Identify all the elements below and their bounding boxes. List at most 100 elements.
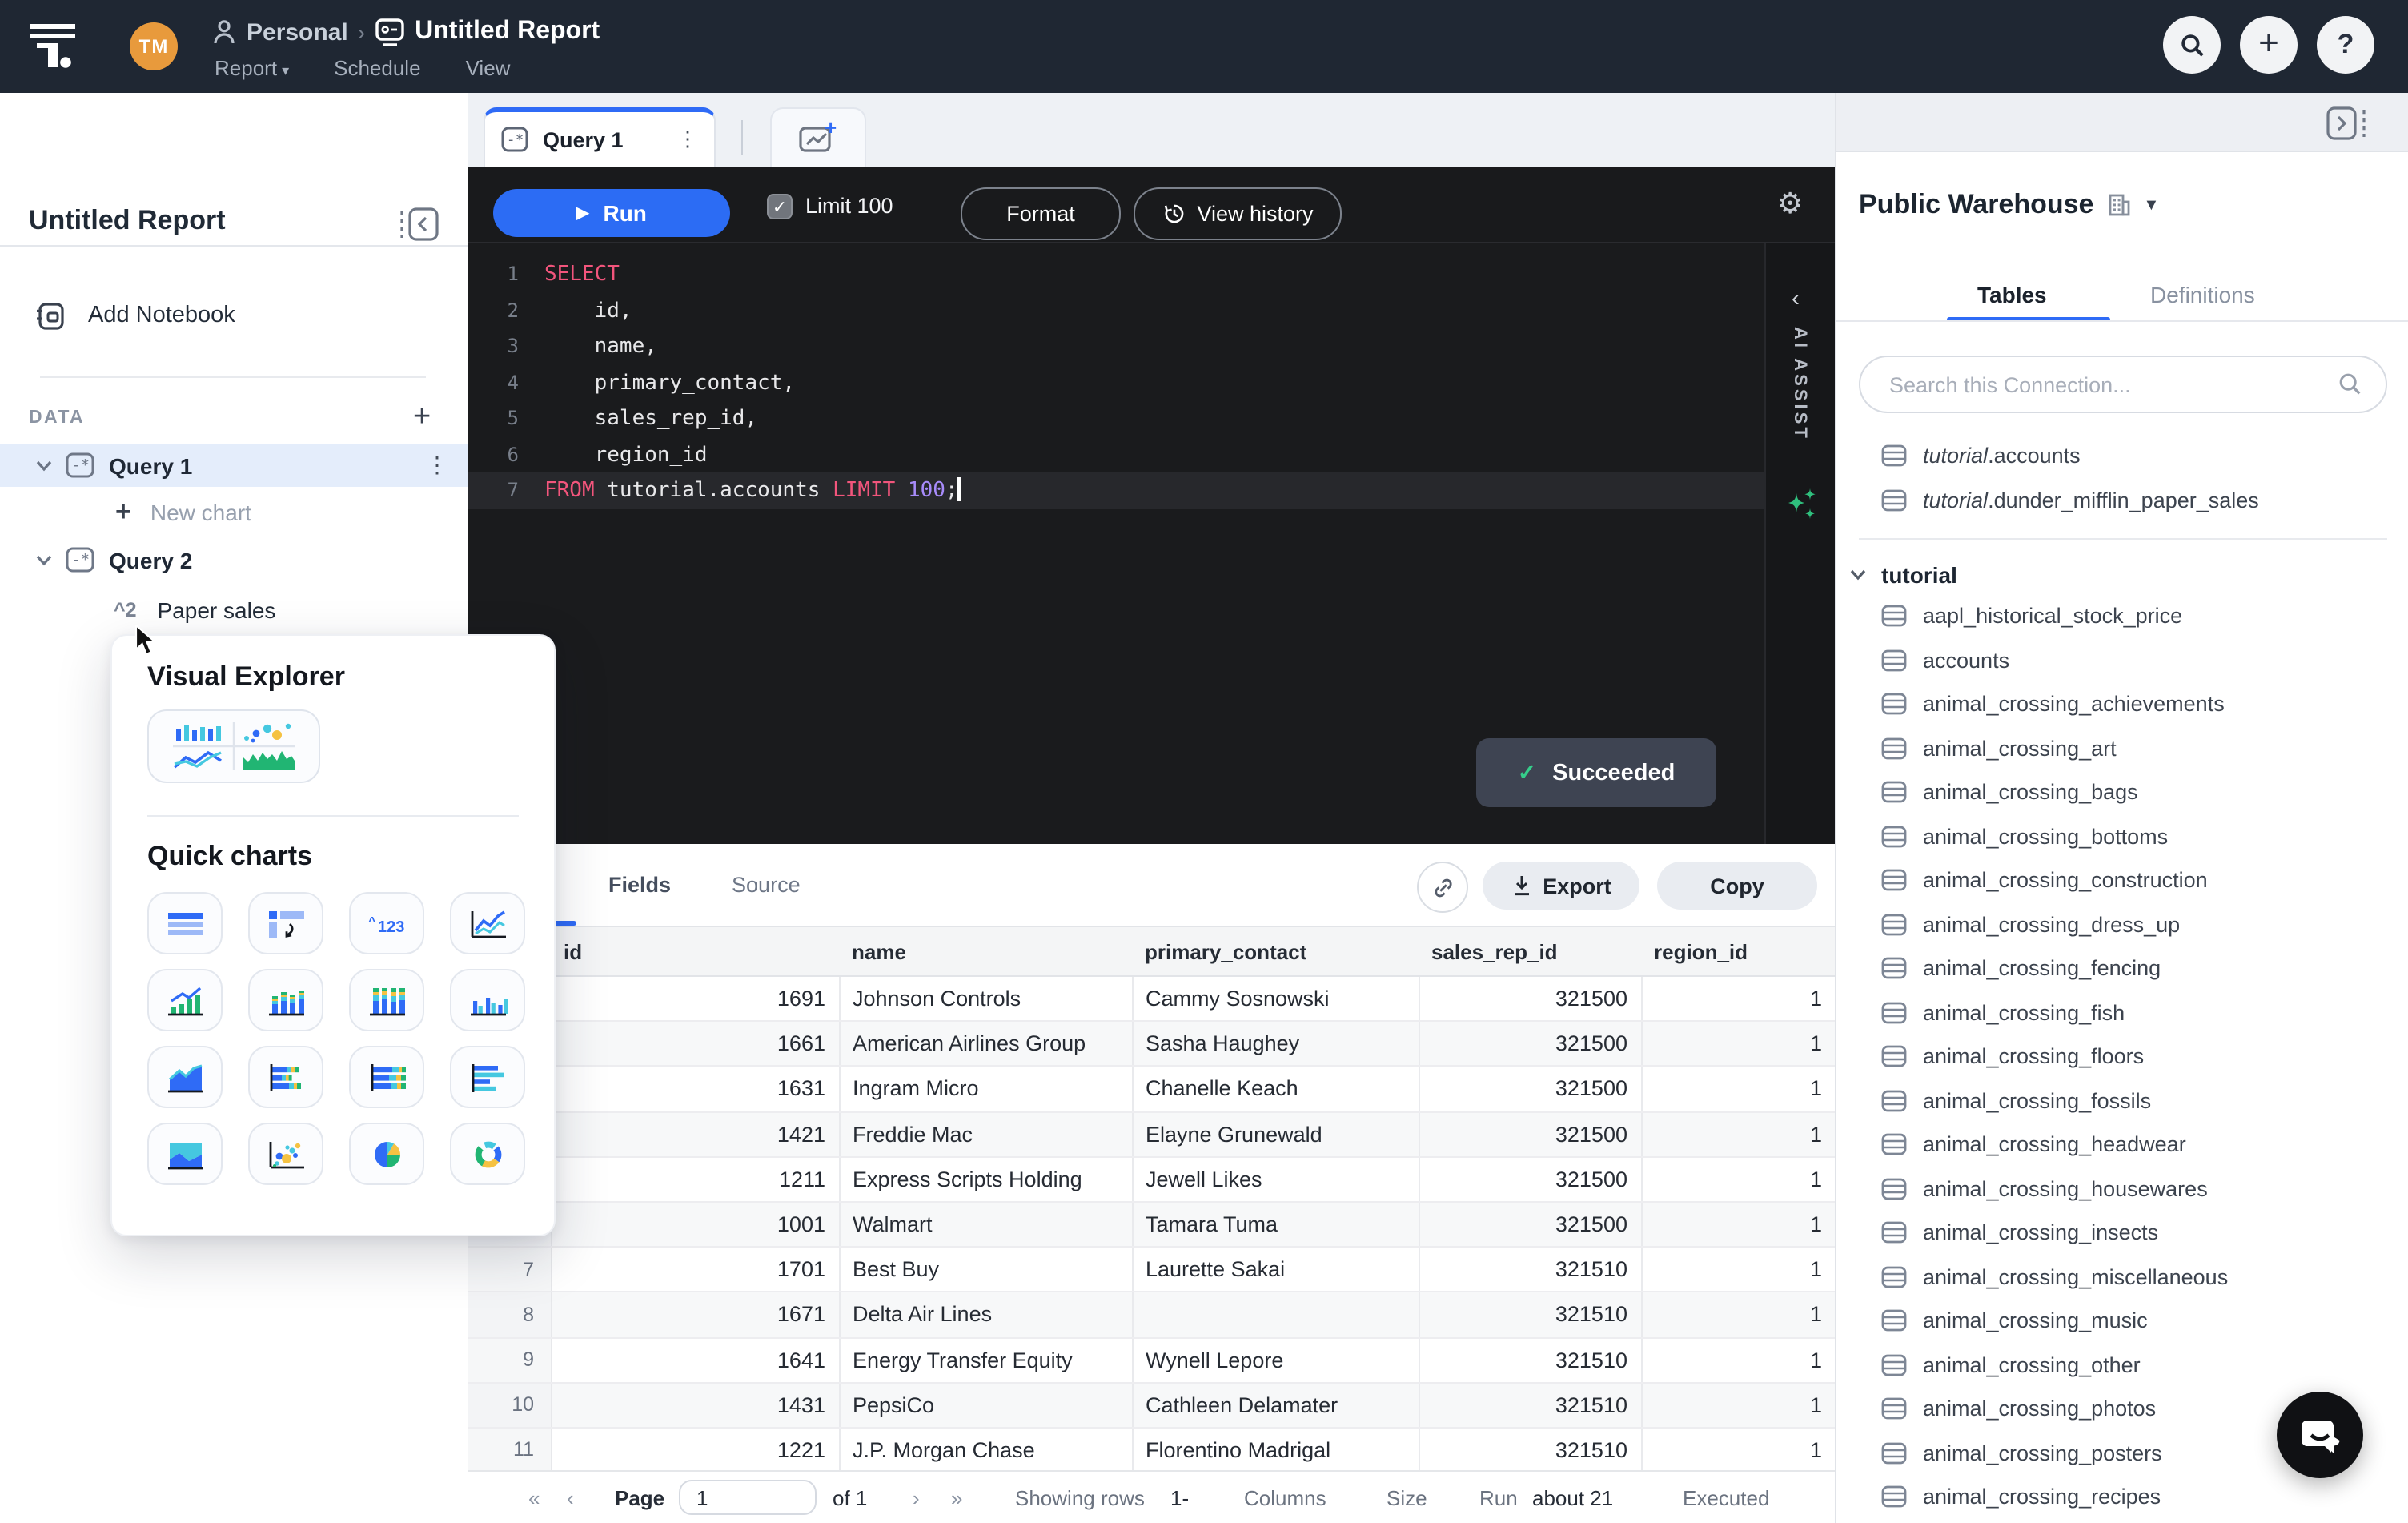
schema-table-animal_crossing_construction[interactable]: animal_crossing_construction [1836, 858, 2408, 902]
quick-chart-pivot-table-button[interactable] [248, 892, 323, 954]
schema-table-aapl_historical_stock_price[interactable]: aapl_historical_stock_price [1836, 594, 2408, 638]
export-button[interactable]: Export [1483, 862, 1639, 910]
code-line-7[interactable]: 7 FROM tutorial.accounts LIMIT 100; [468, 472, 1764, 508]
chevron-left-icon[interactable]: ‹ [1792, 285, 1800, 312]
run-button[interactable]: ▶ Run [493, 189, 730, 237]
menu-report[interactable]: Report ▾ [215, 55, 289, 79]
view-history-button[interactable]: View history [1134, 187, 1342, 240]
code-area[interactable]: 1 SELECT 2 id, 3 name, 4 primary_contact, 5 s… [468, 256, 1764, 508]
chevron-down-icon[interactable] [35, 553, 53, 566]
tab-tables[interactable]: Tables [1977, 282, 2047, 307]
schema-table-animal_crossing_insects[interactable]: animal_crossing_insects [1836, 1211, 2408, 1255]
column-header-region_id[interactable]: region_id [1641, 926, 1835, 977]
collapse-connection-panel-button[interactable] [2323, 104, 2371, 143]
connection-name[interactable]: Public Warehouse ▼ [1859, 189, 2159, 221]
column-header-primary_contact[interactable]: primary_contact [1132, 926, 1419, 977]
sidebar-item-paper-sales[interactable]: ^2 Paper sales [0, 588, 468, 631]
schema-table-animal_crossing_miscellaneous[interactable]: animal_crossing_miscellaneous [1836, 1255, 2408, 1299]
code-line-1[interactable]: 1 SELECT [468, 256, 1764, 292]
schema-table-animal_crossing_fossils[interactable]: animal_crossing_fossils [1836, 1079, 2408, 1123]
chevron-down-icon[interactable] [35, 459, 53, 472]
quick-chart-table-button[interactable] [147, 892, 223, 954]
tab-source[interactable]: Source [732, 873, 801, 897]
tab-query1[interactable]: -* Query 1 ⋮ [484, 107, 716, 167]
connection-search[interactable] [1859, 356, 2387, 413]
mode-logo-icon[interactable] [30, 24, 78, 69]
search-button[interactable] [2163, 16, 2221, 74]
code-line-3[interactable]: 3 name, [468, 328, 1764, 364]
schema-table-animal_crossing_music[interactable]: animal_crossing_music [1836, 1299, 2408, 1343]
next-page-button[interactable]: › [913, 1486, 920, 1510]
sql-editor[interactable]: 1 SELECT 2 id, 3 name, 4 primary_contact, 5 s… [468, 243, 1835, 844]
add-data-button[interactable]: + [413, 400, 431, 436]
quick-chart-stacked-area-100-button[interactable] [147, 1123, 223, 1185]
code-line-6[interactable]: 6 region_id [468, 436, 1764, 472]
connection-search-input[interactable] [1886, 371, 2325, 398]
schema-table-animal_crossing_floors[interactable]: animal_crossing_floors [1836, 1035, 2408, 1079]
recent-table-accounts[interactable]: tutorial.accounts [1836, 432, 2408, 477]
avatar[interactable]: TM [130, 22, 178, 70]
add-notebook-button[interactable]: Add Notebook [0, 291, 468, 340]
schema-table-animal_crossing_bags[interactable]: animal_crossing_bags [1836, 770, 2408, 814]
settings-gear-icon[interactable]: ⚙ [1777, 187, 1803, 221]
help-button[interactable]: ? [2317, 16, 2374, 74]
sidebar-item-query2[interactable]: -* Query 2 [0, 538, 468, 581]
code-line-4[interactable]: 4 primary_contact, [468, 364, 1764, 400]
schema-table-animal_crossing_recipes[interactable]: animal_crossing_recipes [1836, 1475, 2408, 1519]
quick-chart-stacked-bar-100-button[interactable] [349, 1046, 424, 1108]
page-input[interactable] [679, 1480, 817, 1515]
schema-header[interactable]: tutorial [1836, 554, 2408, 594]
schema-table-animal_crossing_dress_up[interactable]: animal_crossing_dress_up [1836, 902, 2408, 946]
tab-definitions[interactable]: Definitions [2150, 282, 2255, 307]
prev-page-button[interactable]: ‹ [567, 1486, 574, 1510]
visual-explorer-button[interactable] [147, 709, 320, 783]
tab-fields[interactable]: Fields [608, 873, 671, 897]
code-line-5[interactable]: 5 sales_rep_id, [468, 400, 1764, 436]
column-header-name[interactable]: name [839, 926, 1132, 977]
code-line-2[interactable]: 2 id, [468, 292, 1764, 328]
breadcrumb-workspace[interactable]: Personal [247, 18, 348, 46]
quick-chart-area-button[interactable] [147, 1046, 223, 1108]
column-header-id[interactable]: id [551, 926, 839, 977]
menu-view[interactable]: View [466, 55, 511, 79]
schema-table-animal_crossing_other[interactable]: animal_crossing_other [1836, 1343, 2408, 1387]
quick-chart-line-bar-button[interactable] [147, 969, 223, 1031]
quick-chart-pie-button[interactable] [349, 1123, 424, 1185]
column-header-sales_rep_id[interactable]: sales_rep_id [1419, 926, 1641, 977]
schema-table-animal_crossing_fencing[interactable]: animal_crossing_fencing [1836, 946, 2408, 991]
menu-schedule[interactable]: Schedule [334, 55, 420, 79]
quick-chart-donut-button[interactable] [450, 1123, 525, 1185]
quick-chart-scatter-button[interactable] [248, 1123, 323, 1185]
schema-table-animal_crossing_headwear[interactable]: animal_crossing_headwear [1836, 1123, 2408, 1167]
copy-button[interactable]: Copy [1657, 862, 1817, 910]
tab-kebab-icon[interactable]: ⋮ [677, 127, 698, 152]
quick-chart-bar-button[interactable] [450, 1046, 525, 1108]
new-chart-tab-button[interactable]: + [770, 107, 866, 167]
schema-table-accounts[interactable]: accounts [1836, 638, 2408, 682]
limit-checkbox[interactable]: ✓ [767, 194, 793, 219]
ai-assist-strip[interactable]: ‹ AI ASSIST [1764, 243, 1835, 844]
breadcrumb-report-title[interactable]: Untitled Report [415, 18, 600, 46]
schema-table-animal_crossing_bottoms[interactable]: animal_crossing_bottoms [1836, 814, 2408, 858]
schema-table-animal_crossing_housewares[interactable]: animal_crossing_housewares [1836, 1167, 2408, 1211]
quick-chart-line-button[interactable] [450, 892, 525, 954]
new-button[interactable]: + [2240, 16, 2298, 74]
collapse-sidebar-button[interactable] [397, 205, 442, 243]
schema-table-animal_crossing_art[interactable]: animal_crossing_art [1836, 726, 2408, 770]
quick-chart-stacked-column-100-button[interactable] [349, 969, 424, 1031]
recent-table-dunder_mifflin_paper_sales[interactable]: tutorial.dunder_mifflin_paper_sales [1836, 477, 2408, 522]
first-page-button[interactable]: « [528, 1486, 540, 1510]
format-button[interactable]: Format [961, 187, 1121, 240]
quick-chart-grouped-column-button[interactable] [450, 969, 525, 1031]
kebab-menu-icon[interactable]: ⋮ [426, 452, 448, 479]
schema-table-animal_crossing_achievements[interactable]: animal_crossing_achievements [1836, 682, 2408, 726]
chat-launcher-button[interactable] [2277, 1392, 2363, 1478]
sidebar-item-new-chart-1[interactable]: + New chart [0, 490, 468, 533]
sidebar-item-query1[interactable]: -* Query 1 ⋮ [0, 444, 468, 487]
quick-chart-stacked-bar-button[interactable] [248, 1046, 323, 1108]
link-button[interactable] [1417, 862, 1468, 913]
last-page-button[interactable]: » [951, 1486, 962, 1510]
quick-chart-stacked-column-button[interactable] [248, 969, 323, 1031]
schema-table-animal_crossing_fish[interactable]: animal_crossing_fish [1836, 991, 2408, 1035]
quick-chart-big-number-button[interactable]: ^ 123 [349, 892, 424, 954]
